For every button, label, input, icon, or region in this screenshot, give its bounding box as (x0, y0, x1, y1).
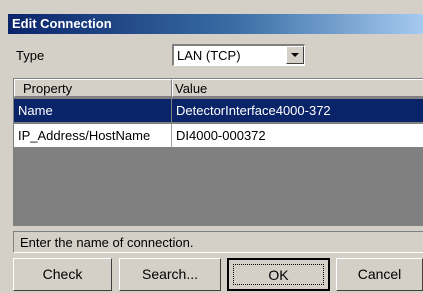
value-cell[interactable]: DI4000-000372 (172, 124, 423, 147)
status-description: Enter the name of connection. (13, 231, 423, 253)
column-header-value[interactable]: Value (172, 79, 423, 97)
type-select[interactable]: LAN (TCP) (172, 44, 305, 66)
focus-rectangle (233, 264, 324, 285)
property-cell[interactable]: IP_Address/HostName (14, 124, 172, 147)
dialog-title: Edit Connection (8, 14, 423, 34)
table-row-ip-address[interactable]: IP_Address/HostName DI4000-000372 (14, 124, 423, 148)
check-button[interactable]: Check (13, 258, 112, 291)
property-cell[interactable]: Name (14, 99, 172, 122)
search-button[interactable]: Search... (119, 258, 221, 291)
type-select-value: LAN (TCP) (177, 48, 241, 63)
cancel-button[interactable]: Cancel (336, 258, 423, 291)
chevron-down-icon (291, 53, 299, 57)
value-cell[interactable]: DetectorInterface4000-372 (172, 99, 423, 122)
type-label: Type (16, 48, 45, 63)
type-dropdown-button[interactable] (286, 46, 304, 64)
property-grid[interactable]: Property Value Name DetectorInterface400… (13, 78, 423, 226)
table-row-name[interactable]: Name DetectorInterface4000-372 (14, 99, 423, 122)
column-header-property[interactable]: Property (14, 79, 172, 97)
ok-button[interactable]: OK (227, 258, 330, 291)
